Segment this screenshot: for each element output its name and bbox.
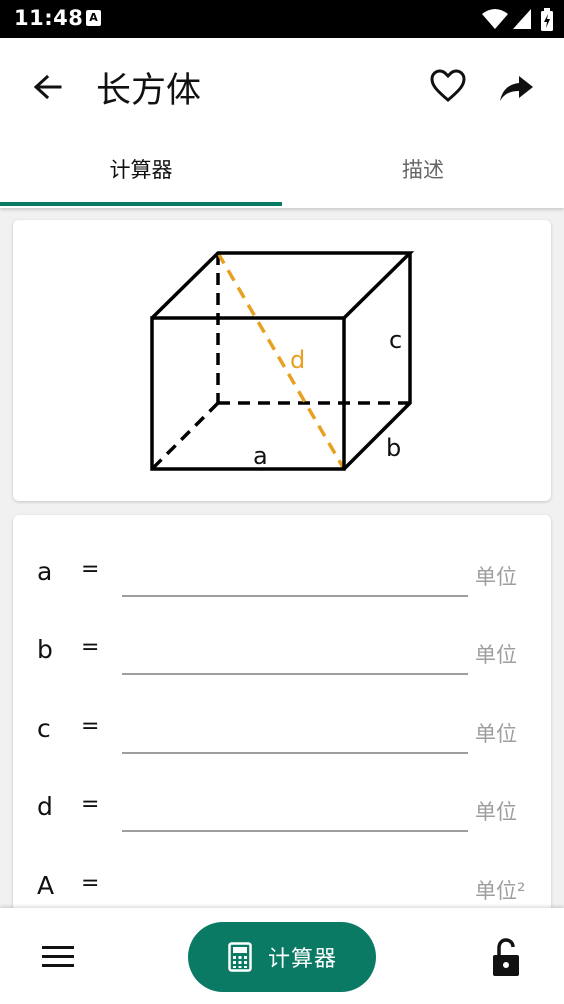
unlock-icon[interactable] xyxy=(490,938,522,978)
label-d: d xyxy=(290,346,305,374)
front-face xyxy=(150,316,346,471)
input-form-card: a = 单位 b = 单位 c = 单位 d = 单位 A = 单位² xyxy=(13,515,551,935)
back-arrow-icon[interactable] xyxy=(28,68,68,108)
top-face xyxy=(150,251,415,320)
equals-sign: = xyxy=(81,871,100,896)
input-underline xyxy=(122,830,468,832)
unit-selector[interactable]: 单位 xyxy=(475,718,517,748)
tab-description[interactable]: 描述 xyxy=(282,154,564,206)
input-underline xyxy=(122,595,468,597)
status-time: 11:48 xyxy=(14,6,84,30)
b-input-field[interactable] xyxy=(122,635,472,671)
c-input-field[interactable] xyxy=(122,714,472,750)
d-input-field[interactable] xyxy=(122,792,472,828)
label-c: c xyxy=(389,326,402,354)
signal-icon xyxy=(513,9,531,29)
unit-selector[interactable]: 单位² xyxy=(475,875,525,905)
space-diagonal xyxy=(216,252,346,470)
variable-label: c xyxy=(37,714,51,743)
unit-selector[interactable]: 单位 xyxy=(475,639,517,669)
label-a: a xyxy=(253,442,268,470)
form-row-b: b = 单位 xyxy=(13,615,551,685)
variable-label: b xyxy=(37,635,53,664)
bottom-bar: 计算器 xyxy=(0,908,564,1004)
page-title: 长方体 xyxy=(96,71,202,111)
status-bar: 11:48 A xyxy=(0,0,564,38)
variable-label: A xyxy=(37,871,55,900)
share-arrow-icon[interactable] xyxy=(497,68,537,108)
form-row-d: d = 单位 xyxy=(13,772,551,842)
heart-icon[interactable] xyxy=(428,66,468,106)
cuboid-diagram-card: a b c d xyxy=(13,220,551,501)
unit-selector[interactable]: 单位 xyxy=(475,561,517,591)
equals-sign: = xyxy=(81,714,100,739)
area-input-field[interactable] xyxy=(122,871,472,907)
equals-sign: = xyxy=(81,557,100,582)
input-underline xyxy=(122,673,468,675)
form-row-a: a = 单位 xyxy=(13,537,551,607)
app-bar: 长方体 计算器 描述 xyxy=(0,38,564,208)
unit-selector[interactable]: 单位 xyxy=(475,796,517,826)
calculate-button[interactable]: 计算器 xyxy=(188,922,376,992)
menu-icon[interactable] xyxy=(40,942,76,972)
calculator-icon xyxy=(228,942,252,972)
cuboid-diagram: a b c d xyxy=(150,251,415,471)
equals-sign: = xyxy=(81,635,100,660)
calculate-button-label: 计算器 xyxy=(268,947,338,972)
form-row-c: c = 单位 xyxy=(13,694,551,764)
wifi-icon xyxy=(482,9,508,29)
variable-label: a xyxy=(37,557,53,586)
equals-sign: = xyxy=(81,792,100,817)
notification-icon: A xyxy=(86,10,101,26)
a-input-field[interactable] xyxy=(122,557,472,593)
input-underline xyxy=(122,752,468,754)
variable-label: d xyxy=(37,792,53,821)
tab-indicator xyxy=(0,202,282,206)
battery-icon xyxy=(541,8,553,31)
label-b: b xyxy=(386,434,401,462)
tab-calculator[interactable]: 计算器 xyxy=(0,154,282,206)
hidden-edge-depth xyxy=(150,401,220,471)
